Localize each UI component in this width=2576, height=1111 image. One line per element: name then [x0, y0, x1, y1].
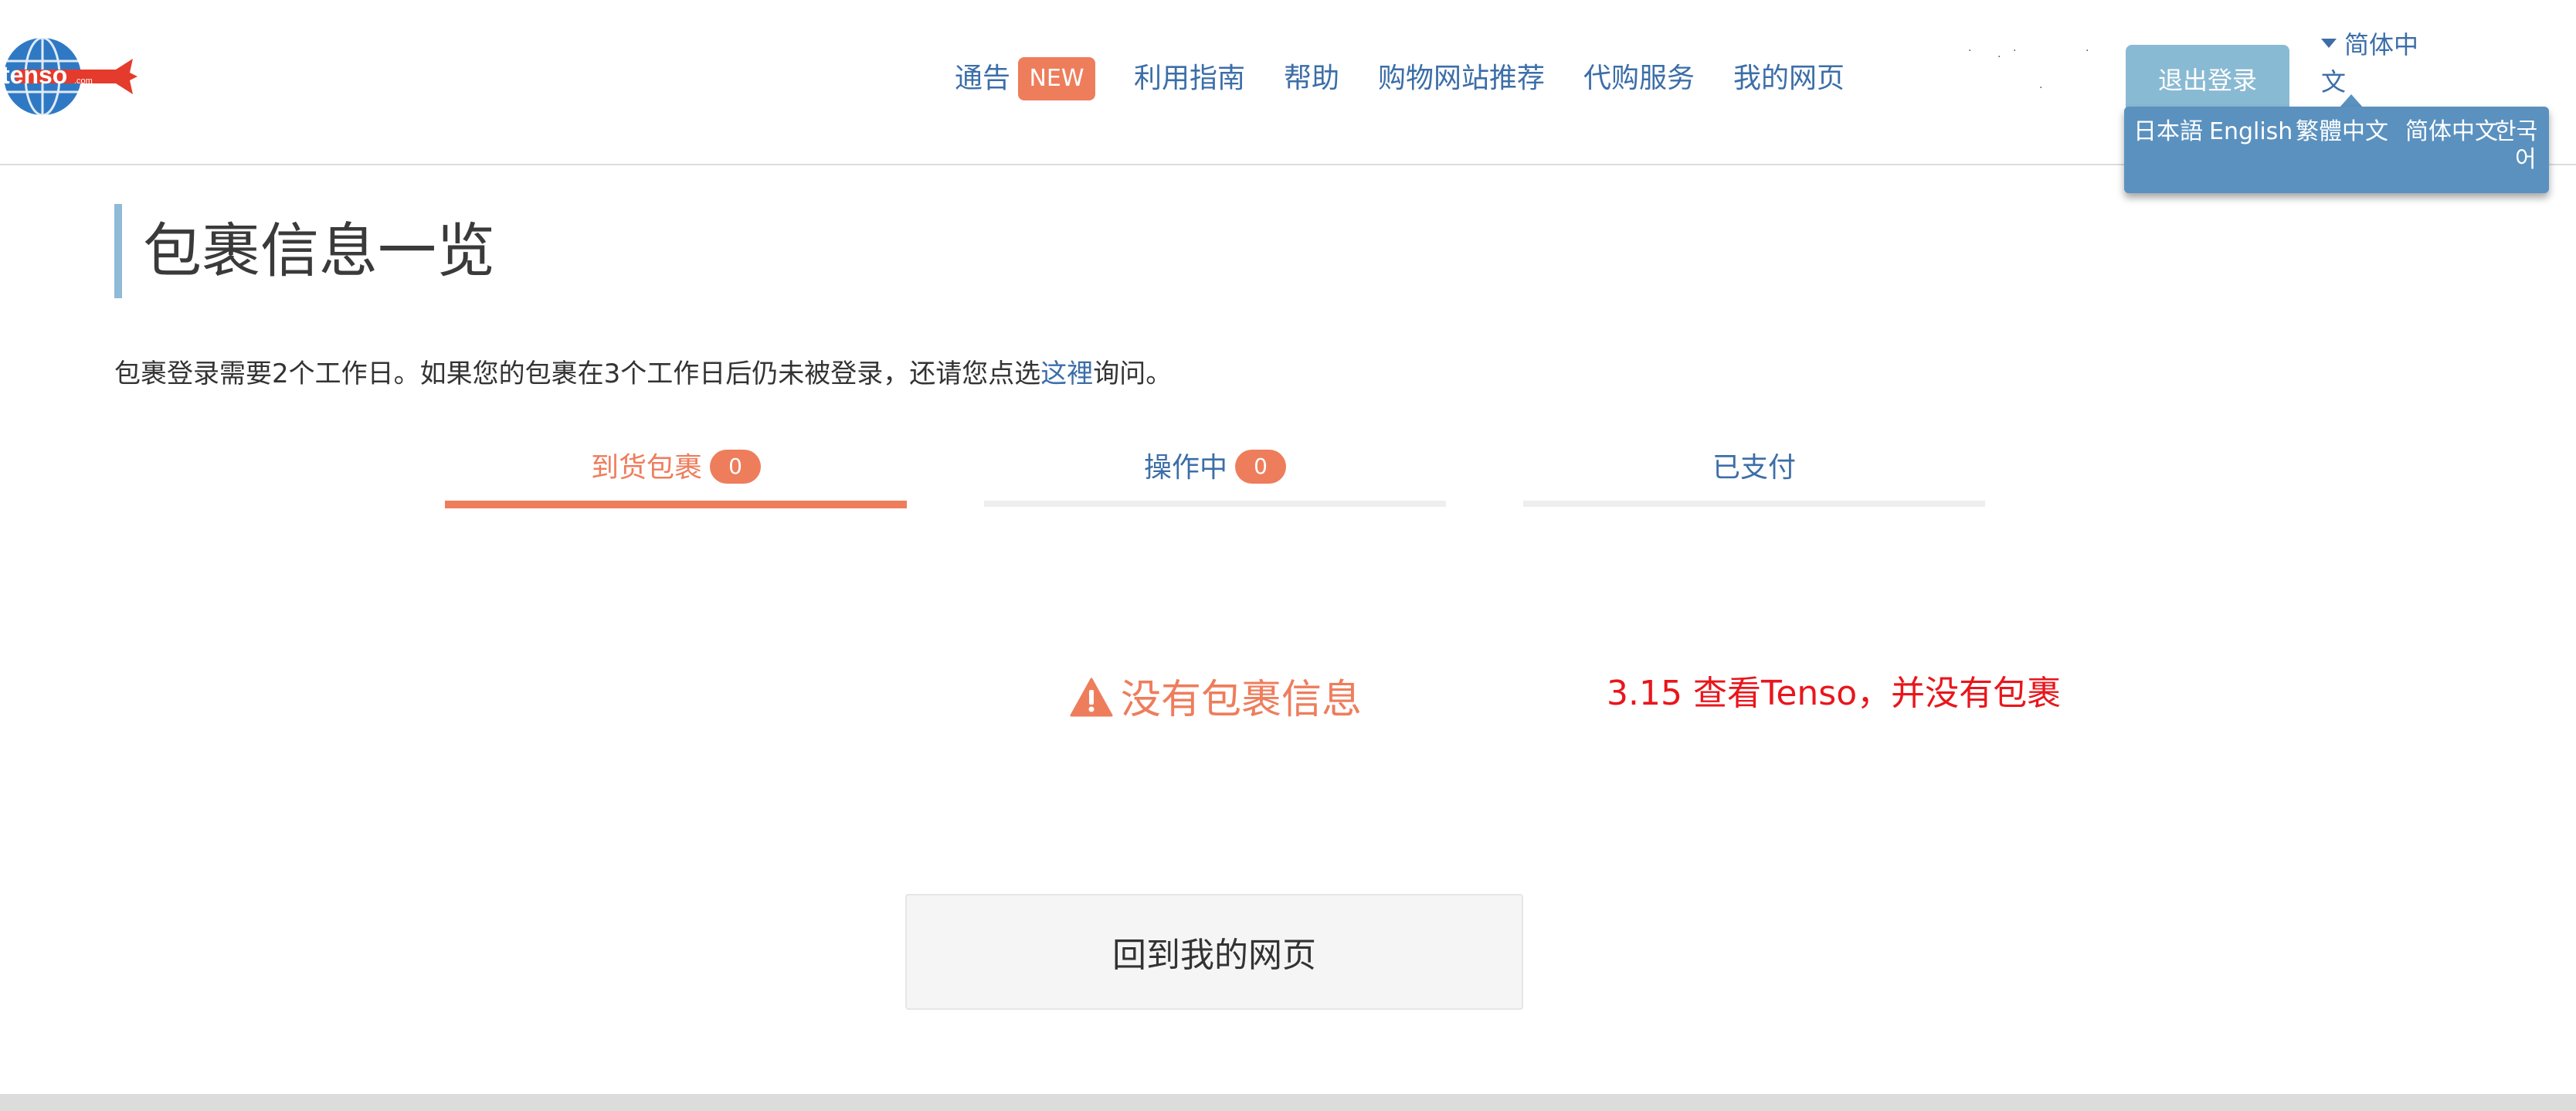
lang-option-korean-wrap[interactable]: 어	[2515, 145, 2537, 175]
current-language-line1: 简体中	[2344, 30, 2419, 59]
tab-paid[interactable]: 已支付	[1523, 440, 1985, 508]
registration-notice: 包裹登录需要2个工作日。如果您的包裹在3个工作日后仍未被登录，还请您点选这裡询问…	[114, 352, 1172, 396]
lang-option-simplified-chinese[interactable]: 简体中文	[2405, 117, 2498, 147]
tab-underline	[445, 501, 907, 508]
current-language-line2: 文	[2321, 67, 2347, 97]
lang-option-japanese[interactable]: 日本語	[2133, 117, 2203, 147]
footer-strip	[0, 1094, 2576, 1111]
empty-state: 没有包裹信息	[1070, 669, 1362, 731]
artifact-dot: ·	[2013, 45, 2017, 57]
new-badge: NEW	[1018, 57, 1095, 100]
warning-icon	[1070, 678, 1113, 717]
count-badge: 0	[1235, 450, 1286, 484]
tenso-logo[interactable]: tenso .com	[0, 34, 139, 119]
artifact-dot: ·	[1968, 45, 1972, 57]
nav-notices[interactable]: 通告	[955, 57, 1010, 100]
user-annotation: 3.15 查看Tenso，并没有包裹	[1607, 674, 2062, 713]
back-to-my-page-button[interactable]: 回到我的网页	[905, 894, 1523, 1010]
count-badge: 0	[710, 450, 761, 484]
tab-label: 操作中	[1143, 452, 1227, 484]
logout-button[interactable]: 退出登录	[2126, 45, 2289, 116]
language-dropdown: 日本語 English 繁體中文 简体中文 한국 어	[2124, 107, 2549, 193]
nav-guide[interactable]: 利用指南	[1134, 57, 1245, 100]
page-title: 包裹信息一览	[143, 216, 495, 285]
empty-state-text: 没有包裹信息	[1121, 677, 1363, 723]
nav-help[interactable]: 帮助	[1284, 57, 1339, 100]
language-selector[interactable]: 简体中 文	[2321, 26, 2429, 100]
logo-text: tenso	[2, 61, 67, 89]
artifact-dot: ·	[2039, 82, 2043, 94]
tab-arrived-packages[interactable]: 到货包裹 0	[445, 440, 907, 508]
artifact-dot: ·	[2086, 45, 2089, 57]
lang-option-korean[interactable]: 한국	[2495, 117, 2537, 147]
lang-option-traditional-chinese[interactable]: 繁體中文	[2296, 117, 2388, 147]
notice-text-end: 询问。	[1093, 358, 1173, 389]
nav-my-page[interactable]: 我的网页	[1733, 57, 1845, 100]
tab-label: 已支付	[1712, 452, 1796, 484]
notice-text: 包裹登录需要2个工作日。如果您的包裹在3个工作日后仍未被登录，还请您点选	[114, 358, 1041, 389]
tab-in-progress[interactable]: 操作中 0	[984, 440, 1446, 508]
caret-down-icon	[2321, 39, 2337, 48]
tab-underline	[1523, 501, 1985, 507]
logo-suffix: .com	[74, 76, 93, 86]
nav-shopping-sites[interactable]: 购物网站推荐	[1378, 57, 1545, 100]
title-accent-bar	[114, 204, 122, 298]
lang-option-english[interactable]: English	[2209, 117, 2293, 147]
inquiry-link[interactable]: 这裡	[1040, 358, 1093, 389]
tab-label: 到货包裹	[590, 452, 702, 484]
nav-proxy-service[interactable]: 代购服务	[1583, 57, 1695, 100]
artifact-dot: ·	[1997, 51, 2001, 63]
tab-underline	[984, 501, 1446, 507]
